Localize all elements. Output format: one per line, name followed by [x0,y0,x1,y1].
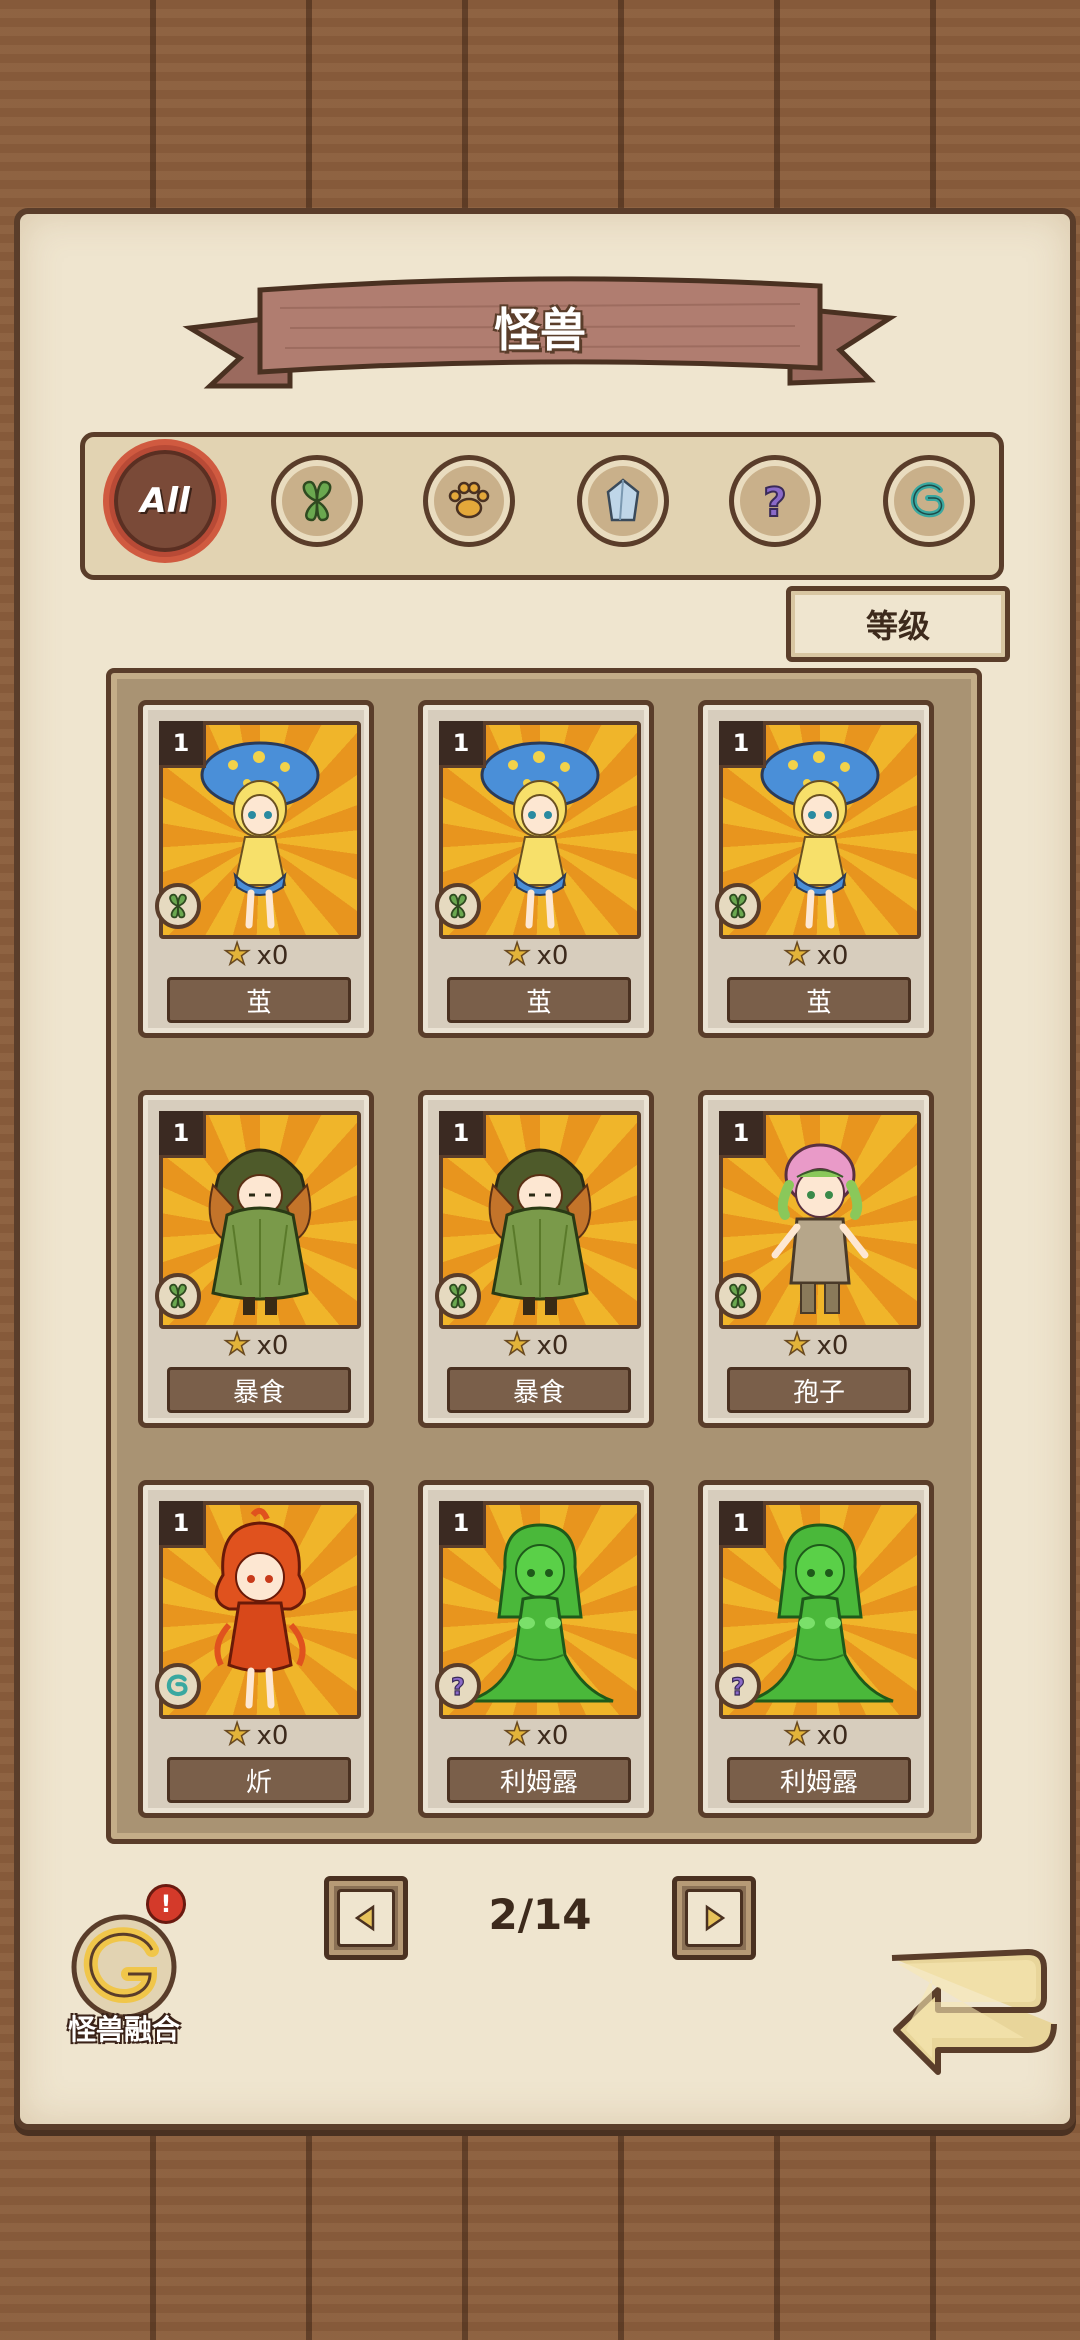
filter-unknown-button[interactable]: ? [729,455,821,547]
page-indicator: 2/14 [488,1890,592,1939]
star-count: ★ x0 [703,1716,929,1753]
monster-card[interactable]: 1 ★ x0 茧 [698,700,934,1038]
level-badge: 1 [159,1501,206,1548]
monster-card[interactable]: 1 ★ x0 茧 [418,700,654,1038]
monster-card[interactable]: 1 ★ x0 茧 [138,700,374,1038]
star-icon: ★ [223,1716,251,1753]
swirl-icon [155,1663,201,1709]
star-count-value: x0 [816,1721,849,1751]
next-page-button[interactable] [672,1876,756,1960]
fusion-icon [71,1914,177,2020]
monster-name: 暴食 [447,1367,631,1413]
star-icon: ★ [783,1326,811,1363]
all-icon: All [140,481,190,521]
arrow-left-icon [354,1904,375,1932]
crystal-icon [606,478,640,522]
star-icon: ★ [223,1326,251,1363]
svg-text:?: ? [451,1673,465,1701]
filter-beast-button[interactable] [423,455,515,547]
star-count-value: x0 [536,1331,569,1361]
monster-card[interactable]: 1 ★ x0 暴食 [138,1090,374,1428]
star-count-value: x0 [256,1721,289,1751]
leaf-icon [435,1273,481,1319]
monster-card[interactable]: 1 ? ★ x0 利姆露 [698,1480,934,1818]
leaf-icon [155,1273,201,1319]
star-icon: ★ [223,936,251,973]
monster-fusion-button[interactable]: 怪兽融合 [54,1912,194,2052]
star-count: ★ x0 [703,936,929,973]
monster-name: 茧 [167,977,351,1023]
monster-name: 利姆露 [447,1757,631,1803]
title-ribbon: 怪兽 [180,268,900,408]
star-count: ★ x0 [423,1326,649,1363]
back-button[interactable] [878,1938,1058,2088]
monster-name: 茧 [727,977,911,1023]
star-icon: ★ [783,1716,811,1753]
monster-card[interactable]: 1 ? ★ x0 利姆露 [418,1480,654,1818]
arrow-right-icon [705,1904,726,1932]
star-count: ★ x0 [703,1326,929,1363]
filter-all-button[interactable]: All [109,445,221,557]
leaf-icon [155,883,201,929]
svg-text:?: ? [763,480,786,526]
monster-name: 炘 [167,1757,351,1803]
fusion-alert-badge: ! [146,1884,186,1924]
star-count-value: x0 [536,1721,569,1751]
filter-bar: All ? [80,432,1004,580]
monster-name: 孢子 [727,1367,911,1413]
star-count: ★ x0 [143,936,369,973]
level-badge: 1 [159,721,206,768]
star-count-value: x0 [816,941,849,971]
star-count-value: x0 [256,1331,289,1361]
leaf-icon [715,883,761,929]
question-icon: ? [435,1663,481,1709]
star-icon: ★ [503,1716,531,1753]
filter-plant-button[interactable] [271,455,363,547]
star-count-value: x0 [536,941,569,971]
swirl-icon [910,482,945,518]
fusion-label: 怪兽融合 [67,2013,180,2046]
filter-mineral-button[interactable] [577,455,669,547]
leaf-icon [715,1273,761,1319]
page-title: 怪兽 [494,303,586,357]
leaf-icon [435,883,481,929]
star-count: ★ x0 [143,1326,369,1363]
star-count: ★ x0 [143,1716,369,1753]
svg-text:?: ? [731,1673,745,1701]
star-count: ★ x0 [423,936,649,973]
filter-element-button[interactable] [883,455,975,547]
star-icon: ★ [503,936,531,973]
monster-name: 茧 [447,977,631,1023]
monster-name: 暴食 [167,1367,351,1413]
monster-name: 利姆露 [727,1757,911,1803]
paw-icon [448,481,490,519]
monster-card[interactable]: 1 ★ x0 暴食 [418,1090,654,1428]
return-arrow-icon [891,1949,1057,2075]
prev-page-button[interactable] [324,1876,408,1960]
level-badge: 1 [719,1111,766,1158]
star-icon: ★ [783,936,811,973]
question-icon: ? [715,1663,761,1709]
star-count-value: x0 [816,1331,849,1361]
monster-card[interactable]: 1 ★ x0 炘 [138,1480,374,1818]
level-badge: 1 [719,721,766,768]
level-badge: 1 [159,1111,206,1158]
leaf-icon [302,480,332,522]
level-badge: 1 [439,1501,486,1548]
star-count-value: x0 [256,941,289,971]
level-badge: 1 [439,1111,486,1158]
sort-by-level-button[interactable]: 等级 [786,586,1010,662]
level-badge: 1 [439,721,486,768]
star-icon: ★ [503,1326,531,1363]
star-count: ★ x0 [423,1716,649,1753]
level-badge: 1 [719,1501,766,1548]
question-icon: ? [762,479,787,526]
monster-card[interactable]: 1 ★ x0 孢子 [698,1090,934,1428]
